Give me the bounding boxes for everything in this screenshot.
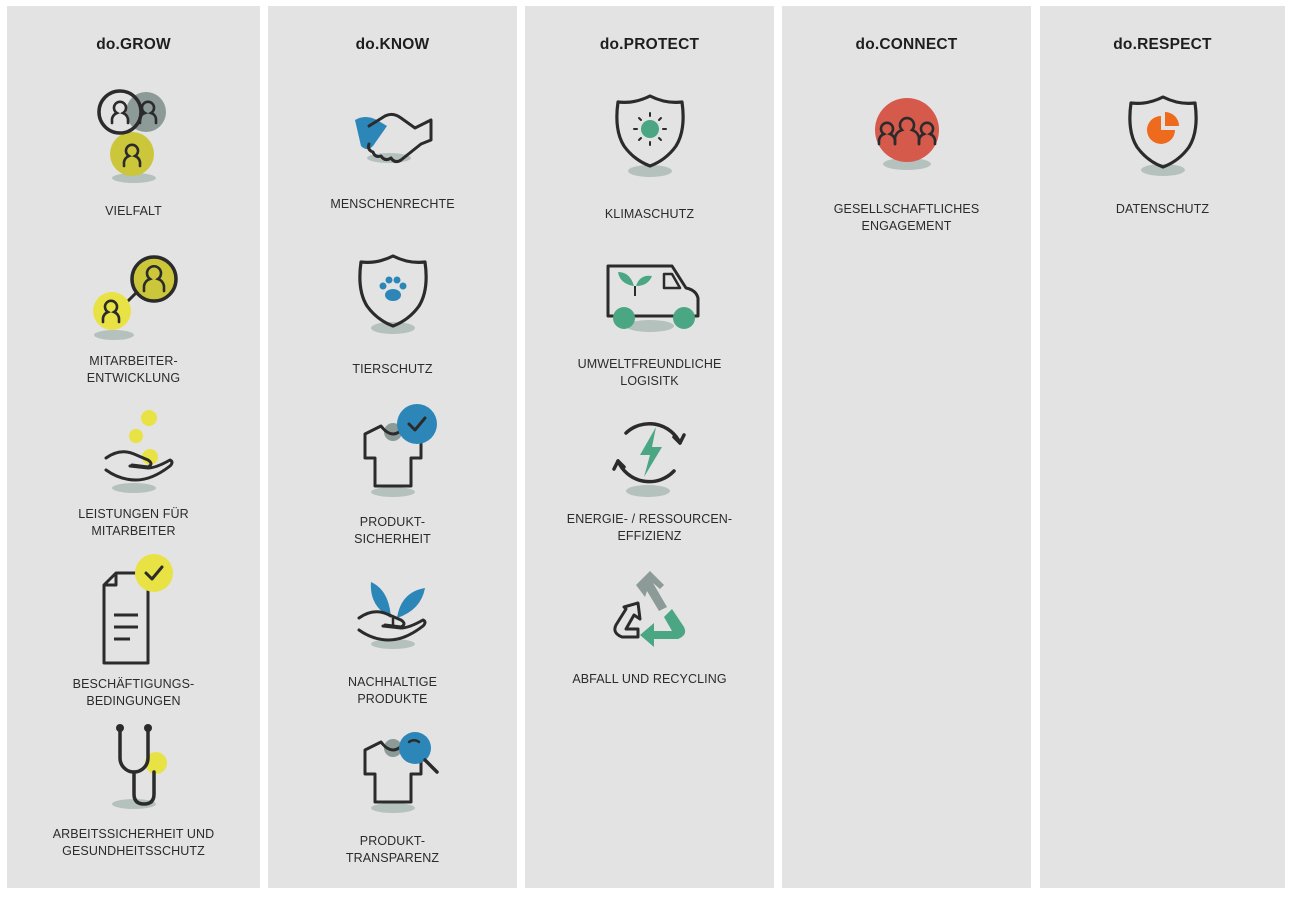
energy-cycle-icon (611, 422, 686, 497)
column-title: do.KNOW (355, 36, 430, 53)
shield-sun-icon (614, 94, 685, 177)
item-label: DATENSCHUTZ (1115, 202, 1210, 216)
item-label: UMWELTFREUNDLICHE LOGISITK (577, 357, 722, 388)
recycling-icon (612, 571, 685, 647)
column-title: do.PROTECT (599, 36, 700, 53)
document-check-icon (102, 554, 173, 665)
column-title: do.CONNECT (855, 36, 958, 53)
item-label: ENERGIE- / RESSOURCEN- EFFIZIENZ (566, 512, 733, 543)
eco-van-icon (606, 264, 699, 332)
item-label: NACHHALTIGE PRODUKTE (347, 675, 438, 706)
handshake-icon (354, 112, 432, 164)
shield-data-icon (1127, 95, 1198, 176)
employee-development-icon (92, 255, 178, 340)
community-group-icon (874, 98, 939, 170)
item-label: KLIMASCHUTZ (604, 207, 695, 221)
people-diversity-icon (96, 89, 166, 183)
item-label: MITARBEITER- ENTWICKLUNG (86, 354, 181, 385)
item-label: GESELLSCHAFTLICHES ENGAGEMENT (833, 202, 980, 233)
item-label: VIELFALT (105, 204, 162, 218)
item-label: PRODUKT- SICHERHEIT (354, 515, 431, 546)
column-do-connect: do.CONNECT GESELLSCHAFTLICHES ENGAGEMENT (782, 6, 1031, 888)
stethoscope-icon (111, 724, 167, 809)
hand-coins-icon (104, 410, 173, 493)
item-label: TIERSCHUTZ (352, 362, 433, 376)
column-do-protect: do.PROTECT KLIMASCHUTZ UMWELTFREUNDLICHE… (525, 6, 774, 888)
column-title: do.RESPECT (1113, 36, 1212, 53)
item-label: LEISTUNGEN FÜR MITARBEITER (78, 507, 189, 538)
item-label: PRODUKT- TRANSPARENZ (345, 834, 440, 865)
item-label: BESCHÄFTIGUNGS- BEDINGUNGEN (72, 677, 195, 708)
hand-plant-icon (357, 582, 426, 649)
column-do-know: do.KNOW MENSCHENRECHTE TIERSCHUTZ PRODUK… (268, 6, 517, 888)
shirt-magnifier-icon (363, 732, 439, 813)
item-label: MENSCHENRECHTE (330, 197, 455, 211)
sustainability-board: do.GROW VIELFALT MITARBEITER- ENTWICKLUN… (0, 0, 1291, 897)
item-label: ABFALL UND RECYCLING (572, 672, 727, 686)
shirt-check-icon (363, 404, 437, 497)
shield-paw-icon (357, 254, 428, 334)
column-do-respect: do.RESPECT DATENSCHUTZ (1040, 6, 1285, 888)
column-title: do.GROW (96, 36, 171, 53)
column-do-grow: do.GROW VIELFALT MITARBEITER- ENTWICKLUN… (7, 6, 260, 888)
item-label: ARBEITSSICHERHEIT UND GESUNDHEITSSCHUTZ (52, 827, 215, 858)
